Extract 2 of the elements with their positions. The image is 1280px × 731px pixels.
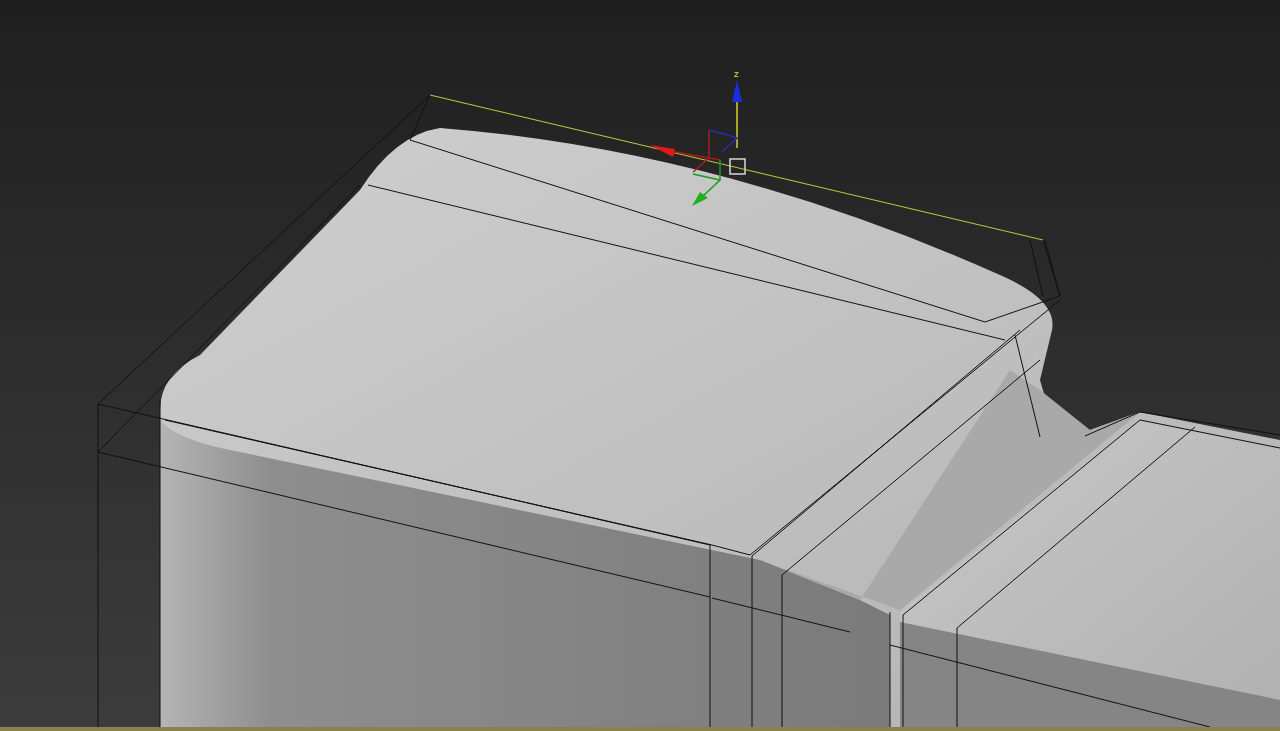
transform-gizmo-icon[interactable] — [650, 80, 746, 206]
axis-label: z — [734, 69, 739, 79]
